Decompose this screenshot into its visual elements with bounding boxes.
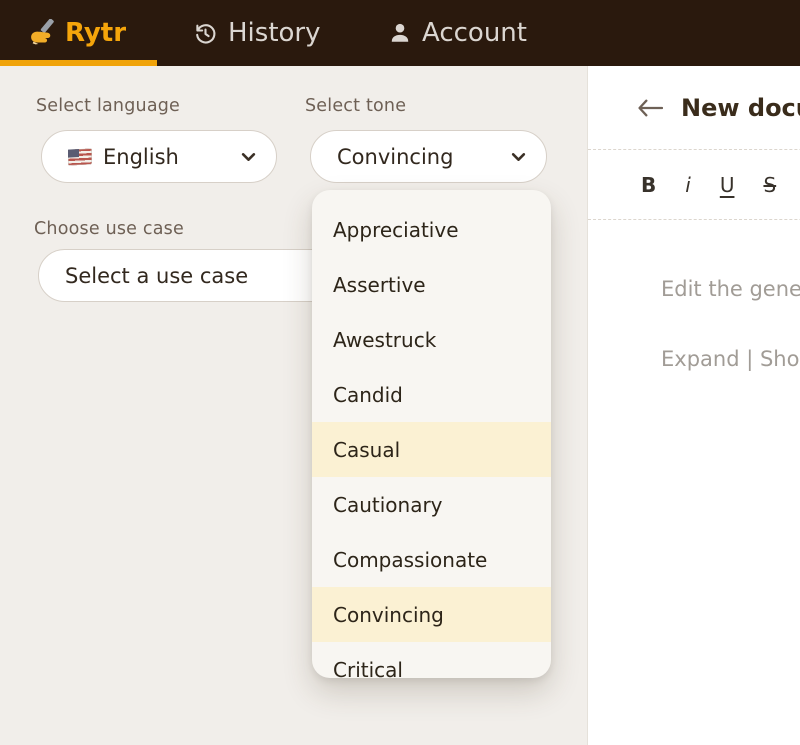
underline-button[interactable]: U	[720, 173, 735, 197]
tone-select[interactable]: Convincing	[310, 130, 547, 183]
tone-value: Convincing	[337, 145, 453, 169]
use-case-value: Select a use case	[65, 264, 248, 288]
topbar: Rytr History Account	[0, 0, 800, 66]
tone-option-awestruck[interactable]: Awestruck	[312, 312, 551, 367]
tone-option-critical[interactable]: Critical	[312, 642, 551, 678]
strike-button[interactable]: S	[763, 173, 776, 197]
italic-button[interactable]: i	[685, 173, 691, 197]
tone-option-convincing[interactable]: Convincing	[312, 587, 551, 642]
formatting-toolbar: Bi U S	[588, 150, 800, 220]
tone-option-compassionate[interactable]: Compassionate	[312, 532, 551, 587]
brand-label: Rytr	[65, 18, 126, 48]
rytr-app-window: Rytr History Account	[0, 0, 800, 745]
history-icon	[193, 21, 218, 46]
account-label: Account	[422, 18, 527, 48]
chevron-down-icon	[241, 152, 256, 162]
composer-panel: Select language English Select tone Conv…	[0, 66, 587, 745]
use-case-label: Choose use case	[34, 219, 184, 239]
writing-hand-icon	[28, 19, 57, 48]
account-icon	[388, 21, 412, 45]
tab-history[interactable]: History	[193, 0, 321, 66]
history-label: History	[228, 18, 321, 48]
language-select[interactable]: English	[41, 130, 277, 183]
language-label: Select language	[36, 96, 180, 116]
back-arrow-icon[interactable]	[638, 99, 663, 117]
editor-placeholder-line-1: Edit the gene	[661, 277, 800, 301]
tone-option-casual[interactable]: Casual	[312, 422, 551, 477]
tone-option-assertive[interactable]: Assertive	[312, 257, 551, 312]
tone-option-candid[interactable]: Candid	[312, 367, 551, 422]
language-value: English	[103, 145, 179, 169]
tone-option-appreciative[interactable]: Appreciative	[312, 202, 551, 257]
editor-panel: New docu Bi U S Edit the gene Expand | Sho	[587, 66, 800, 745]
document-title[interactable]: New docu	[681, 94, 800, 122]
use-case-select[interactable]: Select a use case	[38, 249, 338, 302]
active-tab-underline	[0, 60, 157, 66]
us-flag-icon	[68, 148, 92, 165]
tone-dropdown-menu: AppreciativeAssertiveAwestruckCandidCasu…	[312, 190, 551, 678]
editor-header: New docu	[588, 66, 800, 150]
editor-action-links[interactable]: Expand | Sho	[661, 347, 799, 371]
tab-account[interactable]: Account	[388, 0, 527, 66]
chevron-down-icon	[511, 152, 526, 162]
tone-label: Select tone	[305, 96, 406, 116]
tone-option-cautionary[interactable]: Cautionary	[312, 477, 551, 532]
bold-button[interactable]: B	[641, 173, 656, 197]
tab-rytr[interactable]: Rytr	[28, 0, 126, 66]
